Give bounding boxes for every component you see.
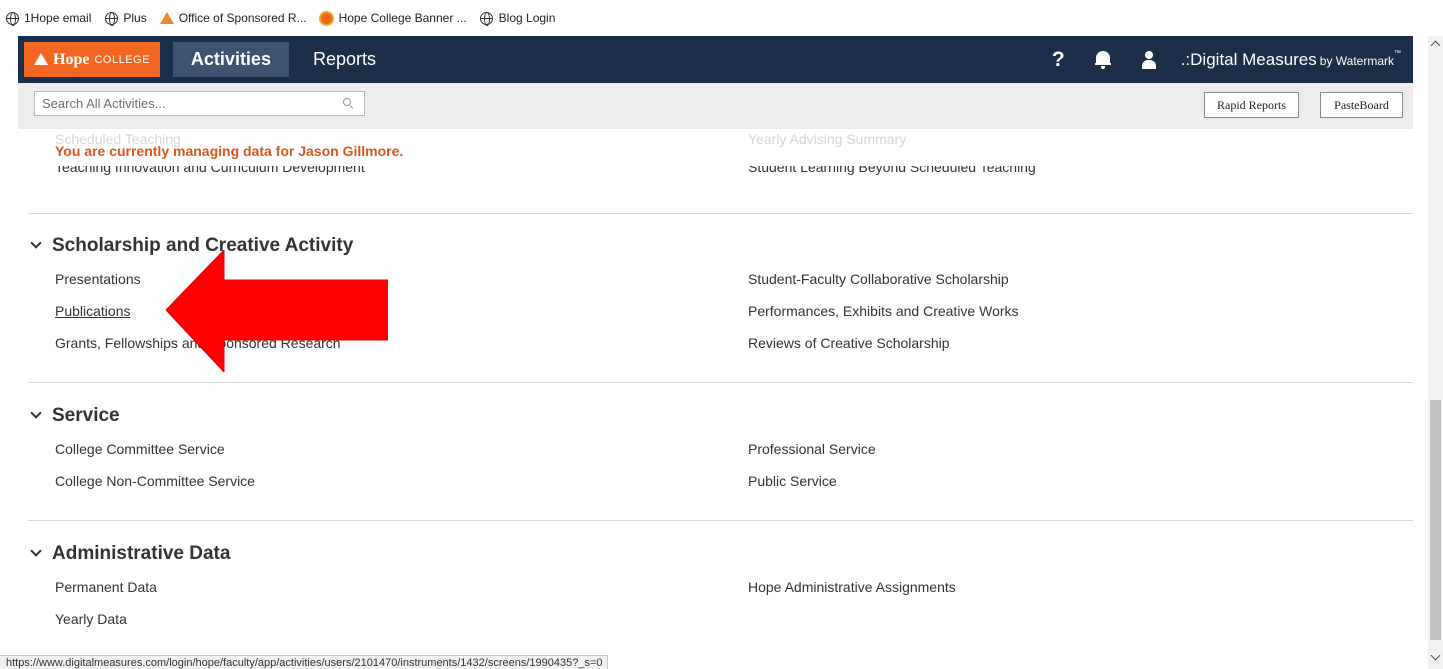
- link-yearly-data[interactable]: Yearly Data: [55, 611, 127, 627]
- activities-toolbar: Search All Activities... Rapid Reports P…: [18, 83, 1413, 129]
- section-title: Service: [52, 405, 120, 426]
- link-public-service[interactable]: Public Service: [748, 473, 837, 489]
- user-icon[interactable]: [1141, 50, 1157, 69]
- link-publications[interactable]: Publications: [55, 303, 131, 319]
- search-icon[interactable]: [343, 98, 354, 110]
- banner-icon: [319, 10, 335, 26]
- brand-by: by Watermark: [1319, 53, 1394, 68]
- brand-name: Digital Measures: [1190, 49, 1317, 69]
- help-icon[interactable]: ?: [1052, 48, 1065, 72]
- search-input[interactable]: Search All Activities...: [34, 91, 365, 116]
- status-url-bar: https://www.digitalmeasures.com/login/ho…: [0, 655, 608, 669]
- brand-prefix: .:: [1180, 49, 1191, 69]
- hope-logo-icon: [159, 10, 175, 26]
- search-placeholder: Search All Activities...: [42, 96, 166, 111]
- section-header-service[interactable]: Service: [30, 405, 120, 427]
- bookmark-sponsored-research[interactable]: Office of Sponsored R...: [159, 10, 307, 26]
- link-student-faculty-scholarship[interactable]: Student-Faculty Collaborative Scholarshi…: [748, 271, 1009, 287]
- bookmark-1hope-email[interactable]: 1Hope email: [4, 10, 91, 26]
- section-divider: [28, 213, 1413, 214]
- bell-icon[interactable]: [1094, 50, 1111, 69]
- section-header-administrative[interactable]: Administrative Data: [30, 543, 231, 565]
- cut-link-left[interactable]: Teaching Innovation and Curriculum Devel…: [55, 166, 365, 175]
- link-professional-service[interactable]: Professional Service: [748, 441, 876, 457]
- bookmark-label: Plus: [123, 11, 147, 25]
- pasteboard-button[interactable]: PasteBoard: [1320, 92, 1403, 118]
- bookmark-label: 1Hope email: [24, 11, 92, 25]
- link-college-non-committee-service[interactable]: College Non-Committee Service: [55, 473, 255, 489]
- bookmark-hope-banner[interactable]: Hope College Banner ...: [319, 10, 467, 26]
- link-performances[interactable]: Performances, Exhibits and Creative Work…: [748, 303, 1019, 319]
- bookmark-label: Blog Login: [498, 11, 556, 25]
- link-college-committee-service[interactable]: College Committee Service: [55, 441, 225, 457]
- globe-icon: [103, 10, 119, 26]
- section-divider: [28, 382, 1413, 383]
- link-hope-admin-assignments[interactable]: Hope Administrative Assignments: [748, 579, 956, 595]
- red-arrow-annotation: [166, 250, 388, 372]
- link-permanent-data[interactable]: Permanent Data: [55, 579, 157, 595]
- globe-icon: [479, 10, 495, 26]
- faded-link-right[interactable]: Yearly Advising Summary: [748, 131, 906, 147]
- chevron-down-icon: [30, 237, 42, 249]
- chevron-down-icon: [30, 407, 42, 419]
- managing-data-notice: You are currently managing data for Jaso…: [55, 143, 404, 159]
- top-navbar: Hope COLLEGE Activities Reports ? .:Digi…: [18, 36, 1413, 83]
- tab-activities[interactable]: Activities: [172, 42, 289, 77]
- hope-logo-icon: [34, 52, 48, 65]
- hope-college-logo[interactable]: Hope COLLEGE: [24, 42, 160, 77]
- link-reviews[interactable]: Reviews of Creative Scholarship: [748, 335, 950, 351]
- tab-reports[interactable]: Reports: [295, 42, 394, 77]
- bookmark-label: Hope College Banner ...: [338, 11, 467, 25]
- section-title: Administrative Data: [52, 543, 231, 564]
- navbar-utilities: ? .:Digital Measures by Watermark™: [1052, 36, 1413, 83]
- globe-icon: [4, 10, 20, 26]
- brand-tm: ™: [1394, 49, 1401, 57]
- cut-link-right[interactable]: Student Learning Beyond Scheduled Teachi…: [748, 166, 1036, 175]
- bookmark-label: Office of Sponsored R...: [178, 11, 307, 25]
- scroll-thumb[interactable]: [1430, 400, 1441, 640]
- chevron-down-icon: [30, 545, 42, 557]
- section-divider: [28, 520, 1413, 521]
- logo-sub: COLLEGE: [94, 53, 150, 66]
- bookmark-blog-login[interactable]: Blog Login: [479, 10, 556, 26]
- bookmarks-bar: 1Hope email Plus Office of Sponsored R..…: [0, 0, 1443, 36]
- bookmark-plus[interactable]: Plus: [103, 10, 147, 26]
- digital-measures-brand: .:Digital Measures by Watermark™: [1181, 50, 1401, 70]
- activities-content: Scheduled Teaching Yearly Advising Summa…: [0, 129, 1443, 669]
- link-presentations[interactable]: Presentations: [55, 271, 141, 287]
- logo-word: Hope: [53, 50, 90, 68]
- page: 1Hope email Plus Office of Sponsored R..…: [0, 0, 1443, 669]
- rapid-reports-button[interactable]: Rapid Reports: [1204, 92, 1299, 118]
